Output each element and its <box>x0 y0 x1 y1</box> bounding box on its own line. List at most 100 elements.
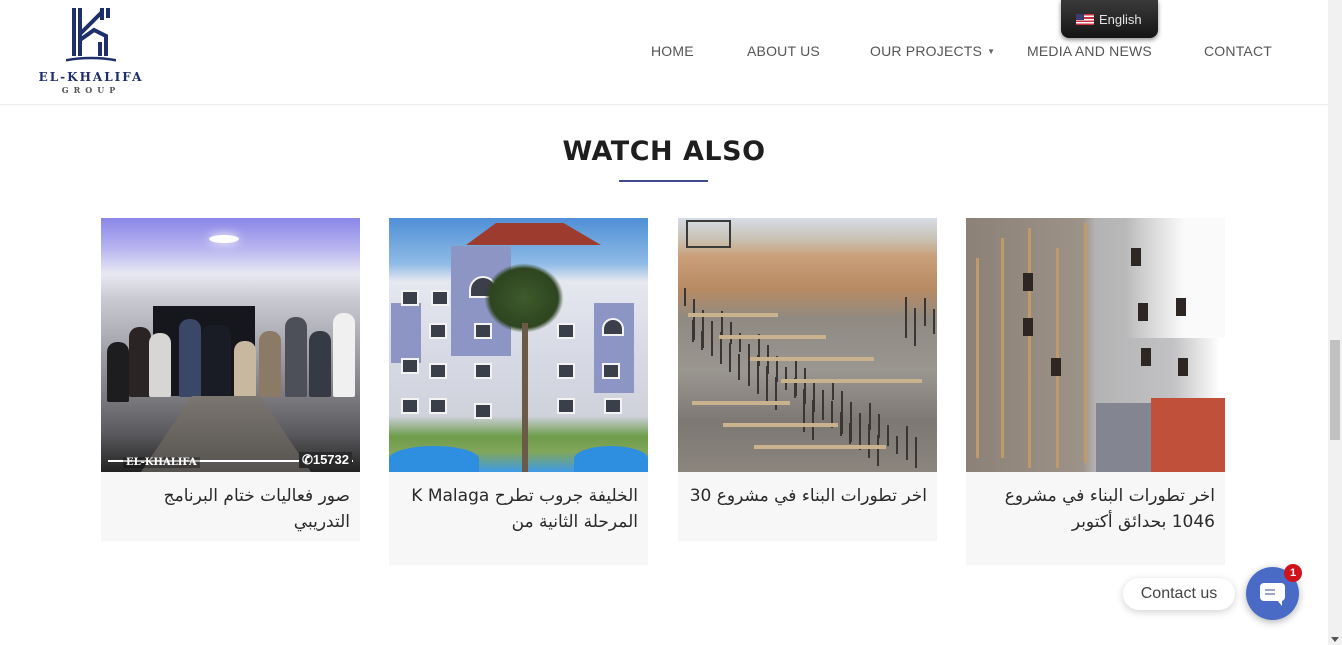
window <box>474 323 492 339</box>
person <box>285 317 307 397</box>
window <box>431 290 449 306</box>
person <box>333 313 355 397</box>
person <box>309 331 331 397</box>
video-card[interactable]: EL-KHALIFA ✆15732 صور فعاليات ختام البرن… <box>101 218 360 541</box>
card-title[interactable]: صور فعاليات ختام البرنامج التدريبي <box>101 472 360 545</box>
watermark-logo: EL-KHALIFA <box>123 457 200 468</box>
card-thumbnail[interactable]: EL-KHALIFA ✆15732 <box>101 218 360 472</box>
person <box>129 327 151 397</box>
window <box>1141 348 1151 366</box>
window <box>602 318 624 336</box>
window <box>401 290 419 306</box>
video-card[interactable]: الخليفة جروب تطرح K Malaga المرحلة الثان… <box>389 218 648 565</box>
window <box>401 398 419 414</box>
window <box>604 398 622 414</box>
video-card[interactable]: اخر تطورات البناء في مشروع 1046 بحدائق أ… <box>966 218 1225 565</box>
nav-media-and-news[interactable]: MEDIA AND NEWS <box>1027 43 1152 59</box>
formwork-beam <box>754 445 886 449</box>
nav-our-projects[interactable]: OUR PROJECTS ▼ <box>870 43 995 59</box>
formwork-beam <box>781 379 922 383</box>
window <box>557 398 575 414</box>
brick-wall <box>1151 398 1225 472</box>
caret-down-icon: ▼ <box>987 47 996 56</box>
rebar <box>905 297 907 338</box>
rebar <box>924 298 926 326</box>
rebar <box>748 344 750 386</box>
palm-trunk <box>522 323 528 472</box>
scaffold-pole <box>1001 238 1004 458</box>
rebar <box>933 309 935 334</box>
rebar <box>896 436 898 454</box>
rebar <box>849 423 851 444</box>
rebar <box>822 390 824 420</box>
card-thumbnail[interactable] <box>966 218 1225 472</box>
facade-panel <box>391 303 421 363</box>
nav-about-us[interactable]: ABOUT US <box>747 43 820 59</box>
window <box>474 403 492 419</box>
pool <box>574 446 648 472</box>
card-title-part: المرحلة الثانية من <box>511 512 638 532</box>
person <box>201 325 231 397</box>
contact-us-button[interactable]: Contact us <box>1123 578 1235 610</box>
window <box>401 358 419 374</box>
logo-name: EL-KHALIFA <box>38 70 144 84</box>
page-scrollbar[interactable] <box>1328 0 1342 645</box>
video-card[interactable]: اخر تطورات البناء في مشروع 30 <box>678 218 937 541</box>
scroll-down-arrow-icon[interactable] <box>1331 637 1339 642</box>
card-title[interactable]: اخر تطورات البناء في مشروع 1046 بحدائق أ… <box>966 472 1225 545</box>
chat-icon <box>1260 583 1285 606</box>
person <box>259 331 281 397</box>
nav-contact[interactable]: CONTACT <box>1204 43 1272 59</box>
formwork-beam <box>688 313 778 317</box>
us-flag-icon <box>1076 13 1094 25</box>
ceiling-light <box>209 235 239 243</box>
nav-home[interactable]: HOME <box>651 43 694 59</box>
rebar <box>812 400 814 440</box>
notification-badge: 1 <box>1284 564 1302 582</box>
window <box>602 363 620 379</box>
person <box>149 333 171 397</box>
rebar <box>775 377 777 410</box>
formwork-beam <box>692 401 790 405</box>
rebar <box>832 380 834 400</box>
language-selector[interactable]: English <box>1061 0 1158 38</box>
hotline-number: 15732 <box>312 452 349 467</box>
pool <box>389 446 479 472</box>
window <box>1178 358 1188 376</box>
card-thumbnail[interactable] <box>678 218 937 472</box>
watermark-hotline: ✆15732 <box>298 452 352 468</box>
rebar <box>701 331 703 350</box>
rebar <box>711 321 713 356</box>
window <box>1051 358 1061 376</box>
rebar <box>915 437 917 468</box>
card-title-part: الخليفة جروب تطرح <box>489 486 638 506</box>
rebar <box>868 424 870 458</box>
window <box>474 363 492 379</box>
rebar <box>729 343 731 372</box>
rebar <box>738 354 740 380</box>
window <box>429 323 447 339</box>
window <box>1023 273 1033 291</box>
scroll-thumb[interactable] <box>1330 340 1340 440</box>
scaffold-frame <box>686 220 731 248</box>
window <box>1138 303 1148 321</box>
formwork-beam <box>719 335 826 339</box>
rebar <box>684 288 686 306</box>
window <box>429 363 447 379</box>
window <box>557 323 575 339</box>
section-title: WATCH ALSO <box>562 136 766 167</box>
formwork-beam <box>750 357 874 361</box>
main-nav: HOME ABOUT US OUR PROJECTS ▼ MEDIA AND NE… <box>0 43 1328 61</box>
card-title[interactable]: اخر تطورات البناء في مشروع 30 <box>678 472 937 519</box>
scaffold-pole <box>1084 223 1087 463</box>
person <box>107 342 129 402</box>
card-title[interactable]: الخليفة جروب تطرح K Malaga المرحلة الثان… <box>389 472 648 545</box>
card-thumbnail[interactable] <box>389 218 648 472</box>
roof <box>466 223 601 245</box>
logo-subtitle: GROUP <box>61 85 121 95</box>
window <box>557 363 575 379</box>
rebar <box>730 322 732 344</box>
window <box>1131 248 1141 266</box>
language-label: English <box>1099 11 1142 27</box>
rebar <box>692 320 694 342</box>
